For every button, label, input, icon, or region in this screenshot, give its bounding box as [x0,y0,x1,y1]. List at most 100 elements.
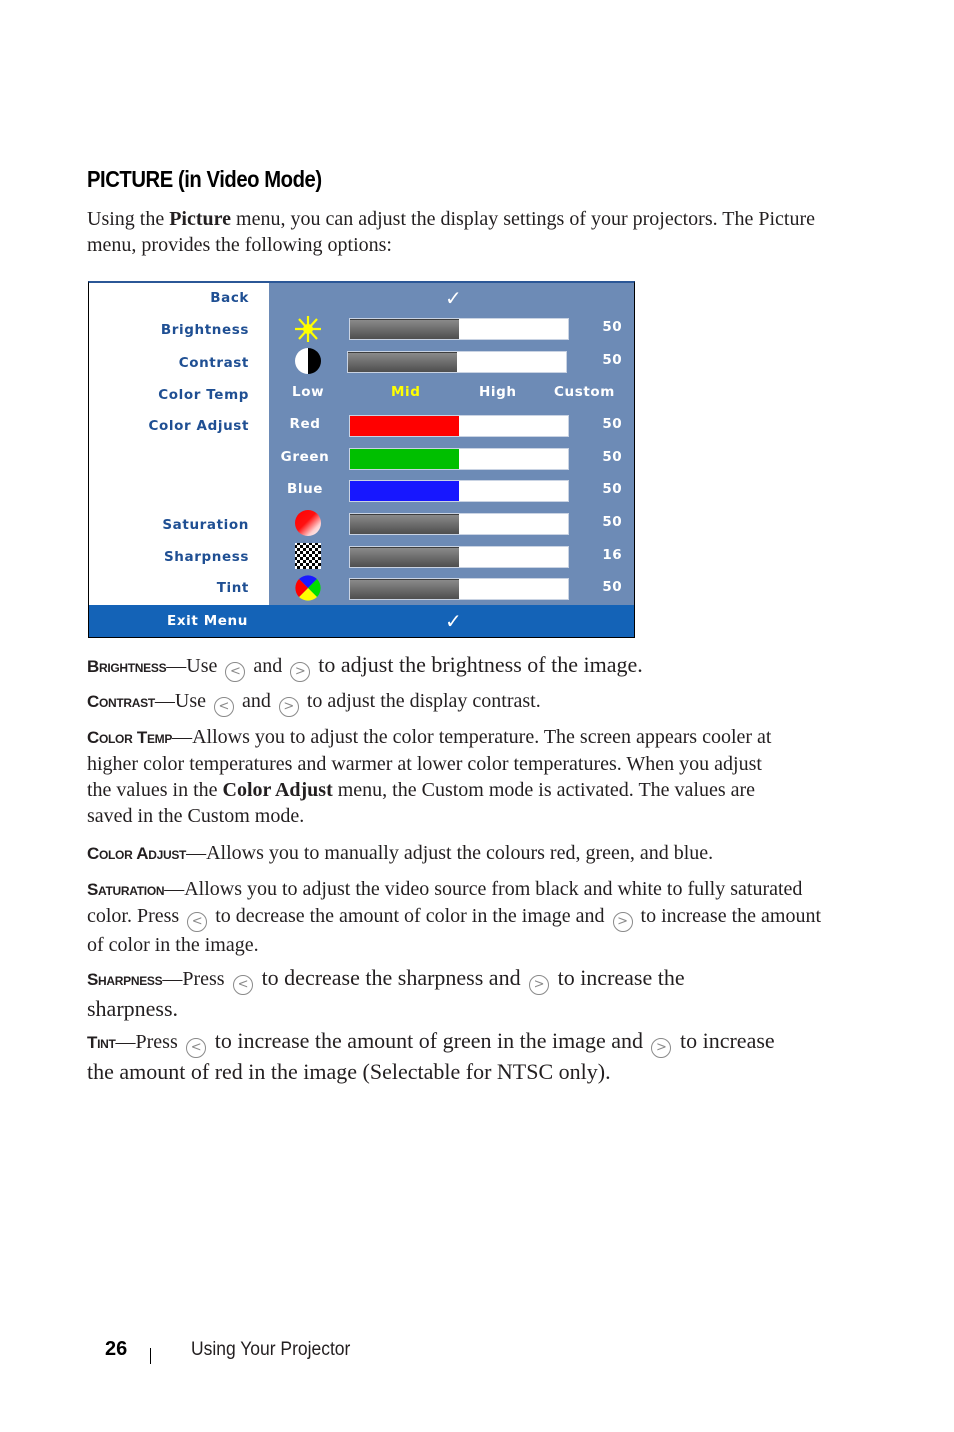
red-slider-fill [350,416,459,436]
dash: — [115,1031,136,1053]
dash: — [172,726,193,748]
desc-text: Press [182,968,225,990]
desc-text: to adjust the brightness of the image. [318,652,643,677]
right-arrow-button-icon: > [612,912,633,932]
green-row: Green 50 [269,446,634,470]
tint-value: 50 [602,579,622,595]
contrast-slider[interactable] [347,351,567,373]
desc-text: to increase the amount of green in the i… [214,1028,643,1053]
left-arrow-button-icon: < [225,662,246,682]
dash: — [164,878,185,900]
color-temp-description: Color Temp—Allows you to adjust the colo… [87,724,787,829]
desc-text: and [241,690,271,712]
tint-description: Tint—Press < to increase the amount of g… [87,1027,787,1086]
saturation-row: 50 [269,510,634,536]
desc-text: Allows you to manually adjust the colour… [206,842,714,864]
dash: — [154,690,175,712]
term-tint: Tint [87,1033,116,1052]
sharpness-description: Sharpness—Press < to decrease the sharpn… [87,964,767,1023]
page-title: PICTURE (in Video Mode) [87,166,322,192]
footer-divider [150,1348,151,1364]
bold-color-adjust: Color Adjust [222,779,333,801]
osd-label-sharpness[interactable]: Sharpness [164,549,249,565]
green-slider-fill [350,449,459,469]
dash: — [162,968,183,990]
exit-menu-label[interactable]: Exit Menu [167,613,248,629]
sharpness-value: 16 [602,547,622,563]
exit-menu-bar[interactable]: Exit Menu ✓ [89,605,634,637]
color-temp-option-high[interactable]: High [479,384,517,400]
osd-label-color-temp[interactable]: Color Temp [158,387,249,403]
right-arrow-button-icon: > [278,697,299,717]
contrast-value: 50 [602,352,622,368]
blue-slider[interactable] [349,480,569,502]
sharpness-slider-fill [350,547,459,567]
green-value: 50 [602,449,622,465]
tint-row: 50 [269,575,634,601]
sharpness-slider[interactable] [349,546,569,568]
green-label: Green [280,449,330,465]
exit-check-icon[interactable]: ✓ [445,609,462,633]
term-color-temp: Color Temp [87,728,173,747]
saturation-icon [291,510,325,536]
tint-slider[interactable] [349,578,569,600]
osd-control-panel: ✓ 50 50 Low Mid High Custom Red 50 Green… [269,283,634,605]
term-sharpness: Sharpness [87,970,163,989]
contrast-row: 50 [269,348,634,374]
blue-label: Blue [286,481,324,497]
saturation-description: Saturation—Allows you to adjust the vide… [87,876,822,958]
saturation-slider[interactable] [349,513,569,535]
footer-section-title: Using Your Projector [191,1339,351,1360]
desc-text: Use [174,690,206,712]
desc-text: Use [186,655,218,677]
red-value: 50 [602,416,622,432]
blue-row: Blue 50 [269,478,634,502]
back-check-icon[interactable]: ✓ [445,286,462,310]
term-saturation: Saturation [87,880,165,899]
desc-text: and [253,655,283,677]
term-color-adjust: Color Adjust [87,844,187,863]
blue-value: 50 [602,481,622,497]
checkerboard-icon [291,543,325,569]
green-slider[interactable] [349,448,569,470]
osd-label-saturation[interactable]: Saturation [162,517,249,533]
red-slider[interactable] [349,415,569,437]
left-arrow-button-icon: < [213,697,234,717]
left-arrow-button-icon: < [186,1038,207,1058]
picture-osd-menu: Back Brightness Contrast Color Temp Colo… [88,281,635,638]
desc-text: to decrease the sharpness and [261,965,521,990]
contrast-icon [291,348,325,374]
osd-label-brightness[interactable]: Brightness [161,322,249,338]
term-contrast: Contrast [87,692,155,711]
color-adjust-description: Color Adjust—Allows you to manually adju… [87,840,827,867]
osd-label-color-adjust[interactable]: Color Adjust [149,418,249,434]
intro-text: Using the [87,208,170,230]
sun-icon [291,316,325,342]
osd-label-tint[interactable]: Tint [217,580,249,596]
intro-paragraph: Using the Picture menu, you can adjust t… [87,206,837,258]
osd-label-contrast[interactable]: Contrast [179,355,249,371]
dash: — [186,842,207,864]
left-arrow-button-icon: < [233,975,254,995]
brightness-value: 50 [602,319,622,335]
color-temp-option-mid[interactable]: Mid [391,384,421,400]
page-number: 26 [105,1338,128,1360]
left-arrow-button-icon: < [187,912,208,932]
tint-icon [291,575,325,601]
tint-slider-fill [350,579,459,599]
sharpness-row: 16 [269,543,634,569]
brightness-description: Brightness—Use < and > to adjust the bri… [87,652,827,682]
right-arrow-button-icon: > [529,975,550,995]
saturation-slider-fill [350,514,459,534]
term-brightness: Brightness [87,657,167,676]
intro-bold-picture: Picture [169,208,232,230]
color-temp-option-custom[interactable]: Custom [554,384,615,400]
contrast-description: Contrast—Use < and > to adjust the displ… [87,688,827,717]
brightness-slider[interactable] [349,318,569,340]
dash: — [166,655,187,677]
osd-label-back[interactable]: Back [210,290,249,306]
brightness-row: 50 [269,316,634,342]
blue-slider-fill [350,481,459,501]
right-arrow-button-icon: > [651,1038,672,1058]
color-temp-option-low[interactable]: Low [292,384,324,400]
